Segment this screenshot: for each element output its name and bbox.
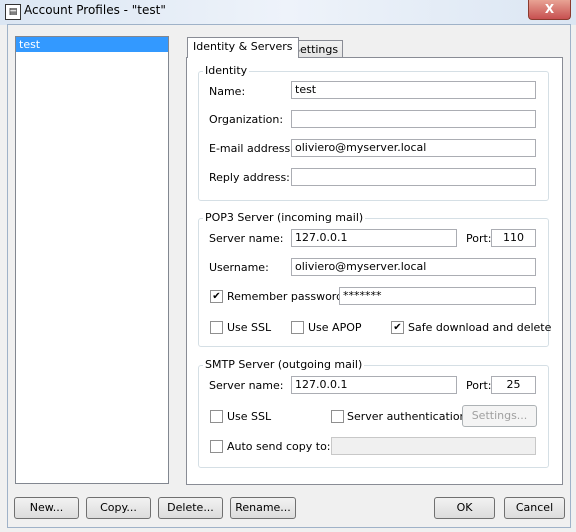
rename-button[interactable]: Rename... [230,497,296,519]
new-button[interactable]: New... [14,497,79,519]
safe-download-label: Safe download and delete [408,321,552,334]
pop3-ssl-checkbox[interactable] [210,321,223,334]
cancel-button[interactable]: Cancel [504,497,565,519]
profile-item-test[interactable]: test [16,37,168,52]
apop-checkbox[interactable] [291,321,304,334]
copy-button[interactable]: Copy... [86,497,151,519]
smtp-ssl-checkbox[interactable] [210,410,223,423]
pop3-server-input[interactable]: 127.0.0.1 [291,229,457,247]
name-label: Name: [209,85,246,98]
name-input[interactable]: test [291,81,536,99]
profile-list[interactable]: test [15,36,169,484]
app-icon: ▤ [5,4,21,20]
smtp-group-label: SMTP Server (outgoing mail) [203,358,365,371]
delete-button[interactable]: Delete... [158,497,223,519]
pop3-server-label: Server name: [209,232,284,245]
autosend-label: Auto send copy to: [227,440,331,453]
pop3-ssl-label: Use SSL [227,321,272,334]
remember-password-label: Remember password: [227,290,347,303]
window-title: Account Profiles - "test" [24,3,166,17]
ok-button[interactable]: OK [434,497,495,519]
organization-label: Organization: [209,113,284,126]
smtp-port-input[interactable]: 25 [491,376,536,394]
pop3-port-input[interactable]: 110 [491,229,536,247]
reply-input[interactable] [291,168,536,186]
autosend-input[interactable] [331,437,536,455]
server-auth-label: Server authentication: [347,410,471,423]
remember-password-checkbox[interactable]: ✔ [210,290,223,303]
smtp-server-label: Server name: [209,379,284,392]
organization-input[interactable] [291,110,536,128]
email-input[interactable]: oliviero@myserver.local [291,139,536,157]
identity-group-label: Identity [203,64,250,77]
smtp-ssl-label: Use SSL [227,410,272,423]
smtp-port-label: Port: [466,379,492,392]
username-label: Username: [209,261,269,274]
smtp-settings-button[interactable]: Settings... [462,405,537,427]
autosend-checkbox[interactable] [210,440,223,453]
reply-label: Reply address: [209,171,290,184]
pop3-port-label: Port: [466,232,492,245]
server-auth-checkbox[interactable] [331,410,344,423]
smtp-server-input[interactable]: 127.0.0.1 [291,376,457,394]
apop-label: Use APOP [308,321,362,334]
username-input[interactable]: oliviero@myserver.local [291,258,536,276]
close-button[interactable]: X [528,0,571,20]
tab-identity-servers[interactable]: Identity & Servers [187,37,299,58]
pop3-group-label: POP3 Server (incoming mail) [203,211,366,224]
safe-download-checkbox[interactable]: ✔ [391,321,404,334]
email-label: E-mail address: [209,142,294,155]
password-input[interactable]: ******* [339,287,536,305]
